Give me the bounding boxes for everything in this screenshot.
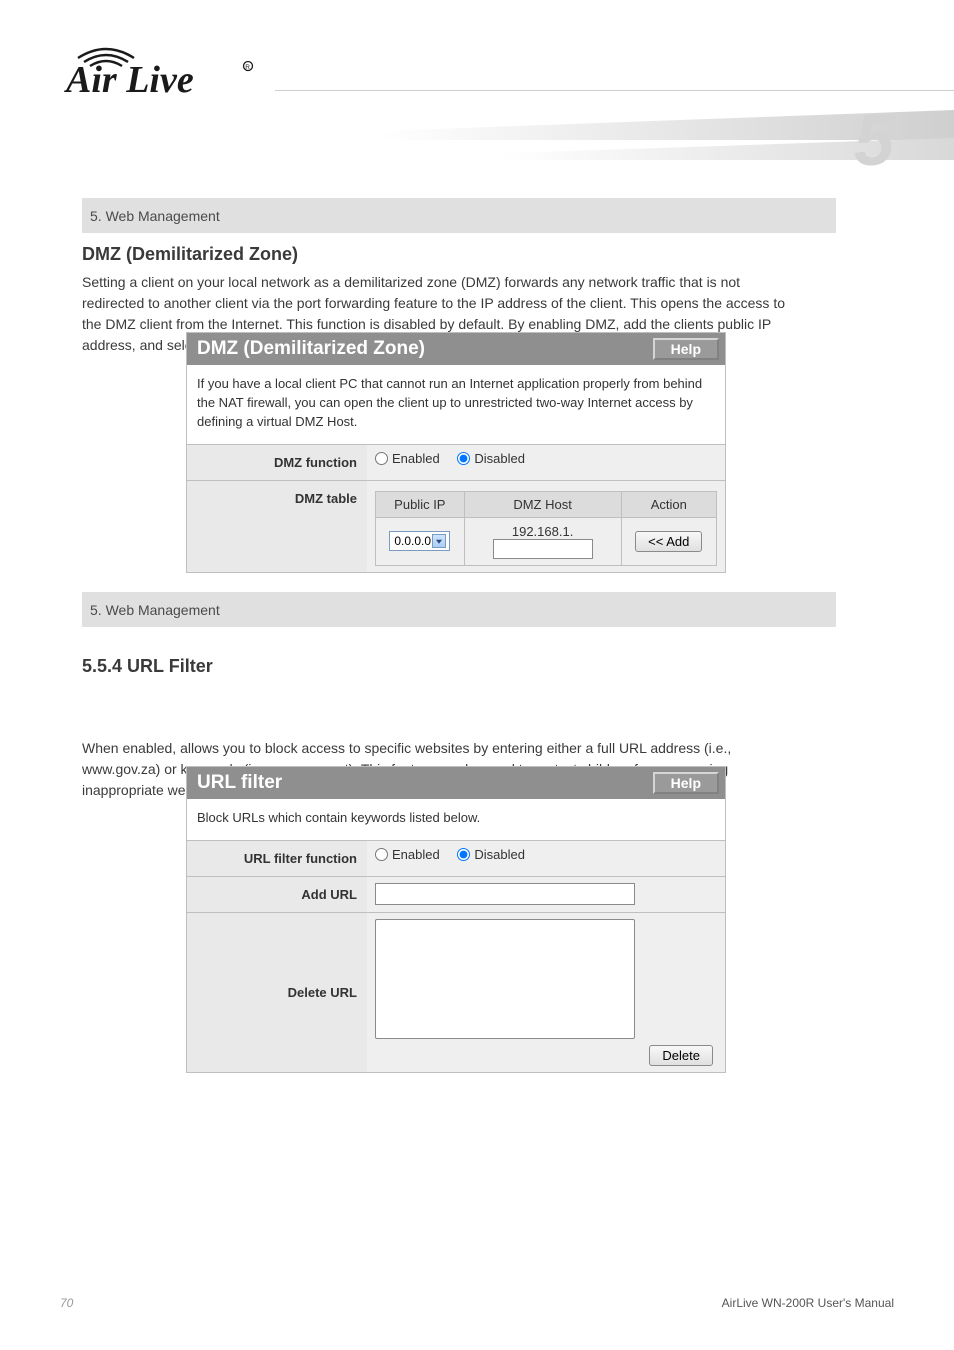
dmz-add-button[interactable]: << Add xyxy=(635,531,702,552)
add-url-cell xyxy=(367,876,725,912)
urlfilter-panel-title: URL filter xyxy=(197,772,282,794)
dmz-enabled-radio[interactable] xyxy=(375,452,388,465)
svg-text:R: R xyxy=(245,64,250,71)
dmz-disabled-option[interactable]: Disabled xyxy=(457,451,525,466)
dmz-help-button[interactable]: Help xyxy=(653,338,719,360)
urlfilter-panel-description: Block URLs which contain keywords listed… xyxy=(187,799,725,840)
urlfilter-disabled-label: Disabled xyxy=(474,847,525,862)
page-number: 70 xyxy=(60,1296,73,1310)
urlfilter-panel: URL filter Help Block URLs which contain… xyxy=(186,766,726,1073)
dmz-enabled-option[interactable]: Enabled xyxy=(375,451,440,466)
chapter-number: 5 xyxy=(854,100,894,180)
dmz-panel: DMZ (Demilitarized Zone) Help If you hav… xyxy=(186,332,726,573)
section-heading-dmz: DMZ (Demilitarized Zone) xyxy=(82,244,298,265)
section-heading-urlfilter: 5.5.4 URL Filter xyxy=(82,656,213,677)
product-name: AirLive WN-200R User's Manual xyxy=(722,1296,894,1310)
page-footer: 70 AirLive WN-200R User's Manual xyxy=(60,1296,894,1310)
dmz-disabled-radio[interactable] xyxy=(457,452,470,465)
dmz-th-host: DMZ Host xyxy=(464,491,621,517)
urlfilter-disabled-radio[interactable] xyxy=(457,848,470,861)
urlfilter-help-button[interactable]: Help xyxy=(653,772,719,794)
dmz-host-prefix: 192.168.1. xyxy=(512,524,573,539)
dmz-panel-description: If you have a local client PC that canno… xyxy=(187,365,725,444)
delete-url-list[interactable] xyxy=(375,919,635,1039)
dmz-panel-title: DMZ (Demilitarized Zone) xyxy=(197,338,425,360)
urlfilter-enabled-option[interactable]: Enabled xyxy=(375,847,440,862)
dmz-th-publicip: Public IP xyxy=(376,491,465,517)
dmz-action-cell: << Add xyxy=(621,517,716,565)
dmz-host-input[interactable] xyxy=(493,539,593,559)
brand-logo: Air Live R xyxy=(60,36,270,101)
dmz-host-cell: 192.168.1. xyxy=(464,517,621,565)
dmz-panel-header: DMZ (Demilitarized Zone) Help xyxy=(187,333,725,365)
add-url-input[interactable] xyxy=(375,883,635,905)
add-url-label: Add URL xyxy=(187,876,367,912)
urlfilter-panel-header: URL filter Help xyxy=(187,767,725,799)
delete-url-cell: Delete xyxy=(367,912,725,1072)
urlfilter-enabled-label: Enabled xyxy=(392,847,440,862)
breadcrumb-bar-1: 5. Web Management xyxy=(82,198,836,233)
dmz-enabled-label: Enabled xyxy=(392,451,440,466)
urlfilter-enabled-radio[interactable] xyxy=(375,848,388,861)
urlfilter-disabled-option[interactable]: Disabled xyxy=(457,847,525,862)
breadcrumb-bar-2: 5. Web Management xyxy=(82,592,836,627)
dmz-table-cell: Public IP DMZ Host Action 0.0.0.0 xyxy=(367,480,725,572)
dmz-table-label: DMZ table xyxy=(187,480,367,572)
dmz-function-cell: Enabled Disabled xyxy=(367,444,725,480)
dmz-disabled-label: Disabled xyxy=(474,451,525,466)
dmz-form-table: DMZ function Enabled Disabled DMZ table xyxy=(187,444,725,572)
header-divider xyxy=(275,90,954,91)
delete-url-button[interactable]: Delete xyxy=(649,1045,713,1066)
delete-url-label: Delete URL xyxy=(187,912,367,1072)
svg-text:Air Live: Air Live xyxy=(64,59,194,101)
urlfilter-function-cell: Enabled Disabled xyxy=(367,840,725,876)
dmz-inner-table: Public IP DMZ Host Action 0.0.0.0 xyxy=(375,491,717,566)
dmz-publicip-cell: 0.0.0.0 xyxy=(376,517,465,565)
dmz-th-action: Action xyxy=(621,491,716,517)
urlfilter-function-label: URL filter function xyxy=(187,840,367,876)
urlfilter-form-table: URL filter function Enabled Disabled Add… xyxy=(187,840,725,1073)
dmz-function-label: DMZ function xyxy=(187,444,367,480)
dmz-publicip-select[interactable]: 0.0.0.0 xyxy=(389,531,450,551)
